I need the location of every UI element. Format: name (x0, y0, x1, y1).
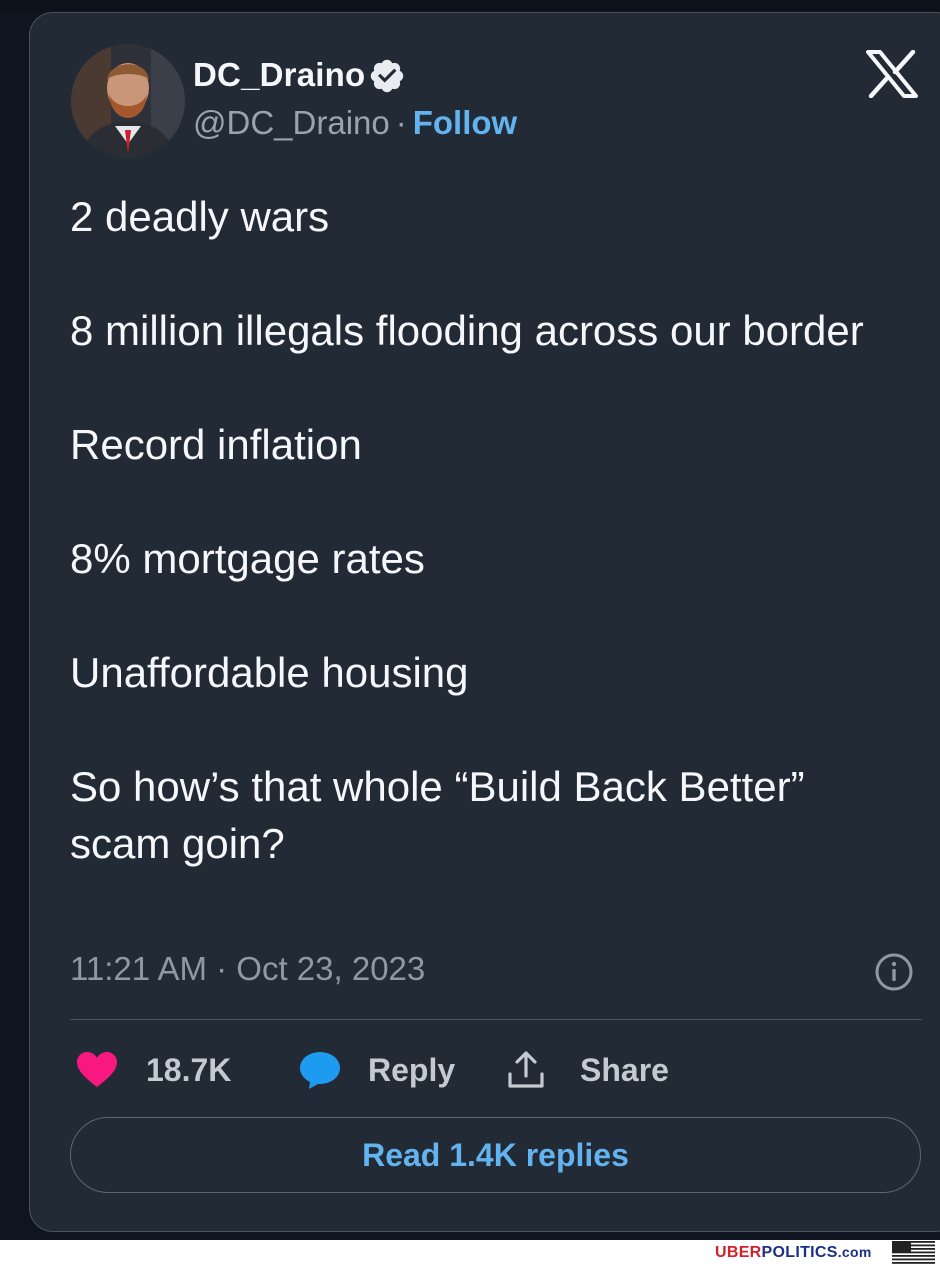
reply-button[interactable]: Reply (298, 1048, 455, 1092)
tweet-text: 2 deadly wars 8 million illegals floodin… (70, 188, 910, 872)
share-button[interactable]: Share (506, 1048, 669, 1092)
tweet-paragraph: So how’s that whole “Build Back Better” … (70, 763, 805, 867)
share-upload-icon (508, 1051, 544, 1088)
top-strip (0, 0, 940, 12)
tweet-paragraph: 2 deadly wars (70, 193, 330, 240)
tweet-paragraph: Record inflation (70, 421, 362, 468)
read-replies-button[interactable]: Read 1.4K replies (70, 1117, 921, 1193)
watermark-com: .com (837, 1244, 872, 1260)
user-handle[interactable]: @DC_Draino (193, 104, 390, 141)
like-button[interactable]: 18.7K (76, 1048, 231, 1092)
tweet-timestamp[interactable]: 11:21 AM · Oct 23, 2023 (70, 950, 425, 988)
x-logo-icon[interactable] (866, 50, 918, 98)
display-name[interactable]: DC_Draino (193, 56, 365, 94)
share-label: Share (580, 1051, 669, 1088)
us-flag-icon (892, 1241, 935, 1264)
likes-count: 18.7K (146, 1051, 232, 1088)
handle-row: @DC_Draino · Follow (193, 104, 517, 142)
speech-bubble-icon (300, 1052, 340, 1089)
tweet-paragraph: Unaffordable housing (70, 649, 469, 696)
avatar[interactable] (71, 44, 185, 158)
avatar-image (71, 44, 185, 158)
watermark: UBERPOLITICS.com (715, 1244, 872, 1262)
tweet-paragraph: 8% mortgage rates (70, 535, 425, 582)
verified-badge-icon (370, 59, 404, 93)
reply-label: Reply (368, 1051, 456, 1088)
info-icon[interactable] (874, 952, 914, 992)
heart-icon (77, 1052, 117, 1087)
watermark-uber: UBER (715, 1244, 762, 1261)
divider (70, 1019, 922, 1020)
watermark-politics: POLITICS (761, 1244, 838, 1261)
tweet-paragraph: 8 million illegals flooding across our b… (70, 307, 864, 354)
follow-button[interactable]: Follow (413, 104, 517, 141)
separator-dot: · (395, 104, 407, 141)
